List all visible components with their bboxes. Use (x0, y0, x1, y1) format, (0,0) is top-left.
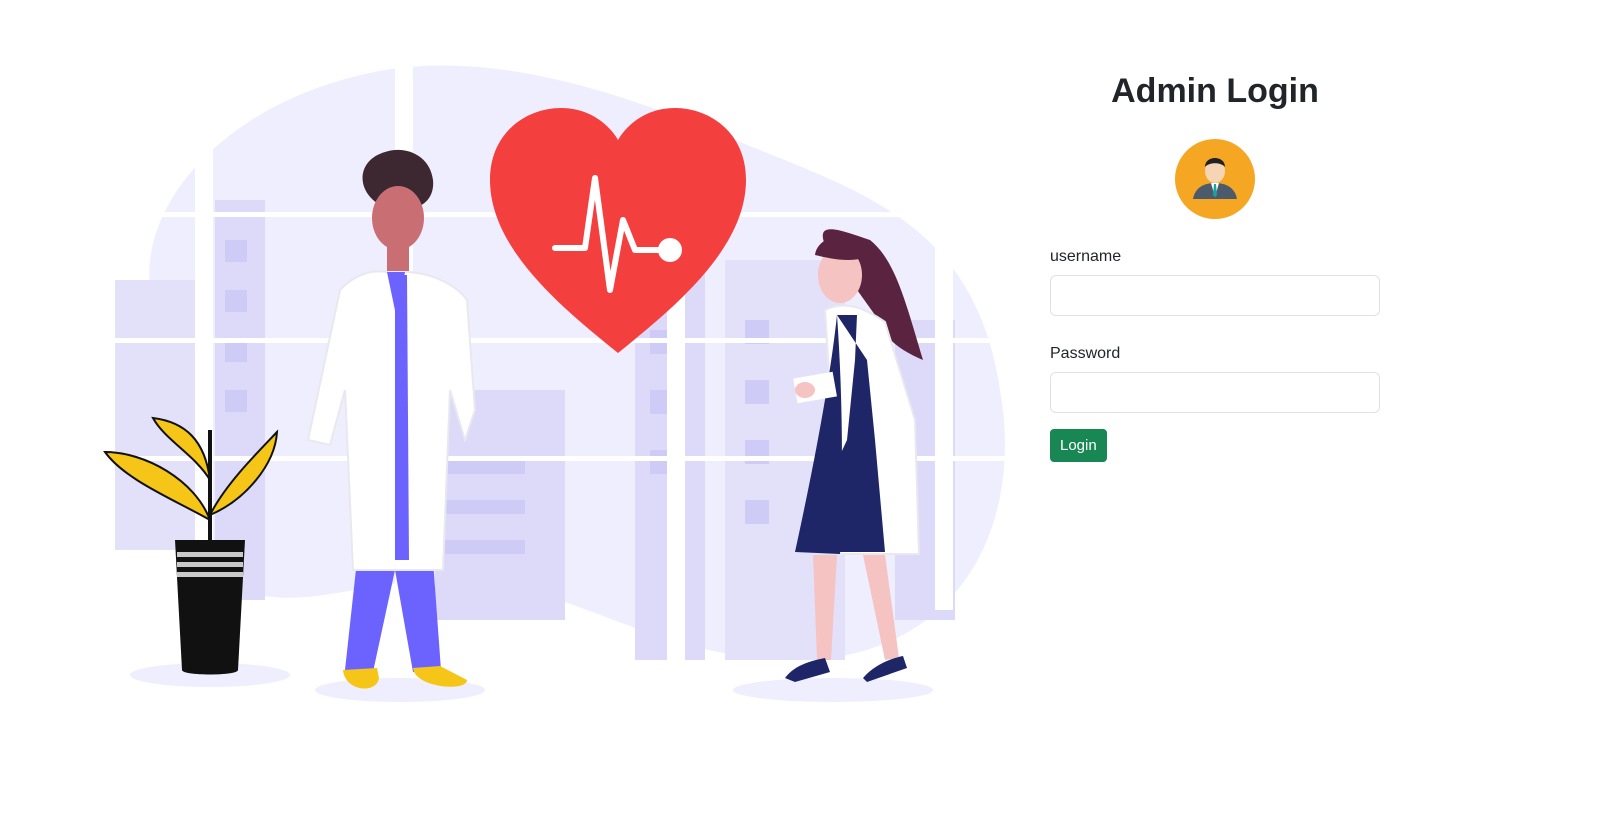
medical-illustration (103, 60, 1005, 702)
password-field[interactable] (1050, 372, 1380, 413)
admin-login-page: Admin Login username Password Login (0, 0, 1600, 816)
avatar-container (1050, 137, 1380, 221)
username-field[interactable] (1050, 275, 1380, 316)
page-title: Admin Login (1111, 72, 1319, 110)
admin-user-icon (1175, 139, 1255, 219)
login-button[interactable]: Login (1050, 429, 1107, 462)
username-label: username (1050, 248, 1122, 265)
login-form: Admin Login username Password Login (1050, 64, 1380, 462)
password-label: Password (1050, 345, 1121, 362)
